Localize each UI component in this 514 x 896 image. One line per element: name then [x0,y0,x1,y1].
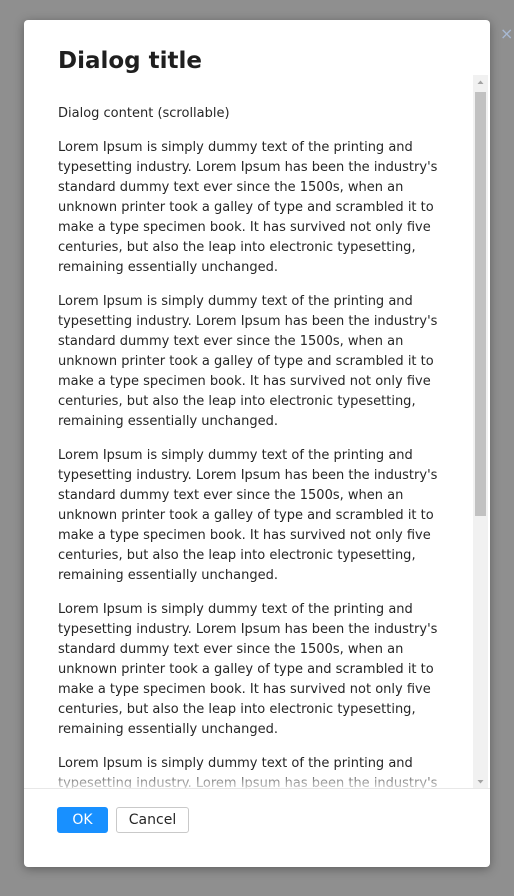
content-paragraph: Lorem Ipsum is simply dummy text of the … [58,756,438,788]
footer-divider [24,788,490,789]
content-paragraph: Lorem Ipsum is simply dummy text of the … [58,602,438,737]
cancel-button[interactable]: Cancel [116,807,189,833]
content-heading: Dialog content (scrollable) [58,106,230,121]
scrollbar-thumb[interactable] [475,92,486,516]
scroll-down-arrow-icon[interactable] [473,774,488,789]
close-icon[interactable]: × [500,24,514,44]
dialog-title: Dialog title [58,48,203,74]
ok-button[interactable]: OK [57,807,108,833]
content-paragraph: Lorem Ipsum is simply dummy text of the … [58,448,438,583]
vertical-scrollbar[interactable] [473,75,488,789]
dialog-content[interactable]: Dialog content (scrollable) Lorem Ipsum … [58,94,439,788]
content-paragraph: Lorem Ipsum is simply dummy text of the … [58,140,438,275]
content-paragraph: Lorem Ipsum is simply dummy text of the … [58,294,438,429]
dialog: Dialog title Dialog content (scrollable)… [24,20,490,867]
scroll-up-arrow-icon[interactable] [473,75,488,90]
